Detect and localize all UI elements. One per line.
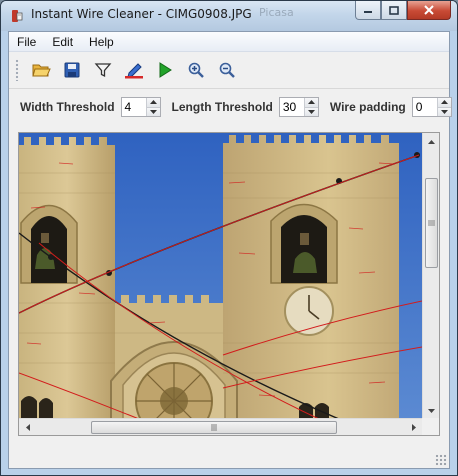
width-threshold-up[interactable] bbox=[146, 98, 160, 108]
zoom-in-button[interactable] bbox=[180, 57, 211, 83]
client-area: File Edit Help Width Threshold 4 Length … bbox=[8, 31, 452, 469]
width-threshold-label: Width Threshold bbox=[20, 100, 115, 114]
menu-bar: File Edit Help bbox=[9, 32, 449, 52]
filter-funnel-icon bbox=[94, 63, 111, 78]
menu-help[interactable]: Help bbox=[81, 35, 122, 49]
scroll-left-button[interactable] bbox=[19, 419, 36, 435]
horizontal-scrollbar[interactable] bbox=[19, 418, 422, 435]
chevron-up-icon bbox=[440, 100, 448, 105]
grip-icon bbox=[428, 220, 435, 225]
width-threshold-input[interactable]: 4 bbox=[122, 98, 146, 116]
zoom-out-icon bbox=[219, 62, 235, 78]
save-button[interactable] bbox=[56, 57, 87, 83]
width-threshold-spinner[interactable]: 4 bbox=[120, 97, 161, 117]
play-run-icon bbox=[159, 62, 172, 78]
chevron-right-icon bbox=[411, 424, 416, 431]
minimize-icon bbox=[364, 11, 372, 13]
image-viewer[interactable] bbox=[18, 132, 440, 436]
scroll-right-button[interactable] bbox=[405, 419, 422, 435]
wire-padding-spinner[interactable]: 0 bbox=[411, 97, 452, 117]
open-button[interactable] bbox=[25, 57, 56, 83]
window-controls bbox=[355, 1, 451, 21]
length-threshold-label: Length Threshold bbox=[171, 100, 273, 114]
chevron-down-icon bbox=[440, 109, 448, 114]
close-button[interactable] bbox=[407, 1, 451, 20]
title-bar[interactable]: Instant Wire Cleaner - CIMG0908.JPG Pica… bbox=[1, 1, 457, 31]
length-threshold-spinner[interactable]: 30 bbox=[278, 97, 319, 117]
app-icon bbox=[9, 8, 25, 24]
scroll-down-button[interactable] bbox=[423, 402, 439, 419]
minimize-button[interactable] bbox=[355, 1, 381, 20]
zoom-out-button[interactable] bbox=[211, 57, 242, 83]
background-tab: Picasa bbox=[259, 6, 294, 19]
chevron-up-icon bbox=[307, 100, 315, 105]
save-disk-icon bbox=[64, 62, 79, 78]
resize-grip[interactable] bbox=[435, 454, 447, 466]
window-title: Instant Wire Cleaner - CIMG0908.JPG bbox=[31, 7, 252, 21]
chevron-left-icon bbox=[25, 424, 30, 431]
grip-icon bbox=[211, 424, 217, 431]
chevron-up-icon bbox=[428, 139, 435, 144]
mark-wire-button[interactable] bbox=[118, 57, 149, 83]
chevron-down-icon bbox=[307, 109, 315, 114]
app-window: Instant Wire Cleaner - CIMG0908.JPG Pica… bbox=[0, 0, 458, 476]
filter-button[interactable] bbox=[87, 57, 118, 83]
vertical-scroll-thumb[interactable] bbox=[425, 177, 438, 268]
cathedral-photo bbox=[19, 133, 422, 419]
scroll-up-button[interactable] bbox=[423, 133, 439, 150]
parameter-panel: Width Threshold 4 Length Threshold 30 Wi… bbox=[9, 92, 452, 122]
run-button[interactable] bbox=[149, 57, 180, 83]
horizontal-scroll-thumb[interactable] bbox=[91, 421, 338, 434]
maximize-icon bbox=[389, 5, 399, 15]
length-threshold-down[interactable] bbox=[304, 107, 318, 116]
wire-padding-up[interactable] bbox=[437, 98, 451, 108]
scroll-corner bbox=[422, 418, 439, 435]
open-folder-icon bbox=[31, 64, 51, 77]
menu-edit[interactable]: Edit bbox=[44, 35, 81, 49]
width-threshold-down[interactable] bbox=[146, 107, 160, 116]
wire-padding-input[interactable]: 0 bbox=[413, 98, 437, 116]
toolbar-separator bbox=[9, 88, 449, 89]
length-threshold-input[interactable]: 30 bbox=[280, 98, 304, 116]
close-icon bbox=[424, 5, 434, 15]
chevron-up-icon bbox=[149, 100, 157, 105]
wire-padding-label: Wire padding bbox=[329, 100, 406, 114]
chevron-down-icon bbox=[428, 408, 435, 413]
photo-canvas[interactable] bbox=[19, 133, 422, 419]
zoom-in-icon bbox=[188, 62, 204, 78]
vertical-scrollbar[interactable] bbox=[422, 133, 439, 419]
length-threshold-up[interactable] bbox=[304, 98, 318, 108]
toolbar bbox=[9, 53, 449, 87]
marker-pen-icon bbox=[124, 63, 143, 79]
toolbar-grip[interactable] bbox=[15, 59, 19, 81]
chevron-down-icon bbox=[149, 109, 157, 114]
wire-padding-down[interactable] bbox=[437, 107, 451, 116]
maximize-button[interactable] bbox=[381, 1, 407, 20]
menu-file[interactable]: File bbox=[9, 35, 44, 49]
